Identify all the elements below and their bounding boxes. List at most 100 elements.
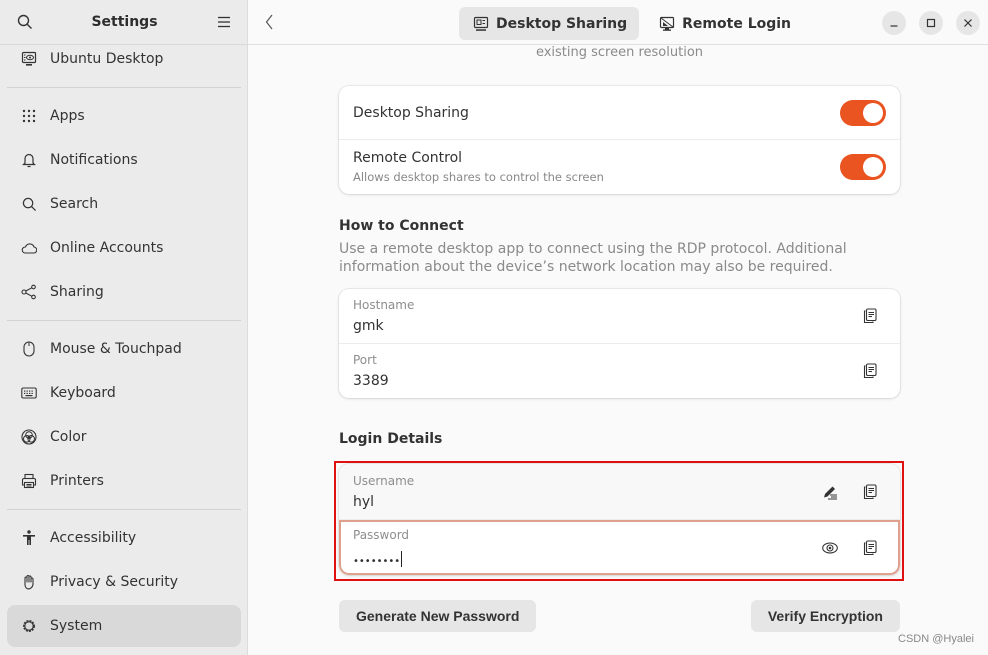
search-icon[interactable]: [16, 13, 34, 31]
remote-control-switch[interactable]: [840, 154, 886, 180]
edit-icon[interactable]: [819, 481, 841, 503]
sidebar-item-label: Notifications: [50, 152, 138, 168]
sharing-toggles-card: Desktop Sharing Remote Control Allows de…: [339, 86, 900, 194]
sidebar-item-label: System: [50, 618, 103, 634]
minimize-button[interactable]: [882, 11, 906, 35]
username-label: Username: [353, 473, 415, 488]
switch-knob: [863, 157, 883, 177]
resolution-caption: existing screen resolution: [535, 45, 704, 60]
desktop-sharing-label: Desktop Sharing: [353, 104, 469, 121]
sidebar-item-search[interactable]: Search: [7, 182, 241, 226]
tab-label: Remote Login: [682, 15, 792, 32]
sidebar-item-system[interactable]: System: [7, 605, 241, 647]
watermark: CSDN @Hyalei: [898, 633, 974, 645]
sidebar: Settings Ubuntu Desktop Apps Notificatio…: [0, 0, 248, 655]
cloud-icon: [21, 240, 37, 256]
sidebar-list: Ubuntu Desktop Apps Notifications Search: [0, 45, 247, 647]
sidebar-item-notifications[interactable]: Notifications: [7, 138, 241, 182]
sidebar-item-ubuntu-desktop[interactable]: Ubuntu Desktop: [7, 45, 241, 73]
sidebar-item-label: Printers: [50, 473, 104, 489]
gear-icon: [21, 618, 37, 634]
sidebar-item-label: Search: [50, 196, 99, 212]
hamburger-menu-icon[interactable]: [215, 13, 233, 31]
chevron-left-icon[interactable]: [262, 12, 280, 32]
sidebar-item-online-accounts[interactable]: Online Accounts: [7, 226, 241, 270]
verify-encryption-button[interactable]: Verify Encryption: [750, 600, 900, 632]
login-card: Username hyl Password ••••••••: [339, 464, 900, 575]
desktop-sharing-switch[interactable]: [840, 99, 886, 126]
sidebar-item-apps[interactable]: Apps: [7, 94, 241, 138]
port-row: Port 3389: [339, 344, 900, 398]
sidebar-item-label: Sharing: [50, 284, 104, 300]
how-to-connect-title: How to Connect: [339, 218, 464, 234]
desktop-sharing-icon: [473, 16, 489, 32]
password-field[interactable]: ••••••••: [353, 551, 819, 567]
hostname-label: Hostname: [353, 298, 415, 312]
printer-icon: [21, 473, 37, 489]
sidebar-separator: [7, 509, 241, 510]
sidebar-item-label: Mouse & Touchpad: [50, 341, 182, 357]
copy-icon[interactable]: [859, 360, 881, 382]
sidebar-header: Settings: [0, 0, 247, 45]
connection-card: Hostname gmk Port 3389: [339, 289, 900, 398]
sidebar-item-accessibility[interactable]: Accessibility: [7, 516, 241, 560]
sidebar-item-mouse-touchpad[interactable]: Mouse & Touchpad: [7, 327, 241, 371]
apps-grid-icon: [21, 108, 37, 124]
hand-icon: [21, 574, 37, 590]
login-details-title: Login Details: [339, 431, 443, 447]
port-value: 3389: [353, 373, 389, 389]
maximize-button[interactable]: [919, 11, 943, 35]
header-bar: Desktop Sharing Remote Login: [248, 0, 988, 45]
bell-icon: [21, 152, 37, 168]
content-area: existing screen resolution Desktop Shari…: [334, 45, 904, 632]
sidebar-item-label: Keyboard: [50, 385, 116, 401]
window-controls: [882, 11, 980, 35]
tab-remote-login[interactable]: Remote Login: [645, 7, 803, 40]
password-row[interactable]: Password ••••••••: [339, 520, 900, 575]
password-value: ••••••••: [353, 556, 401, 567]
login-details-wrap: Username hyl Password ••••••••: [334, 461, 904, 581]
sidebar-item-label: Accessibility: [50, 530, 137, 546]
generate-new-password-button[interactable]: Generate New Password: [339, 600, 537, 632]
sidebar-separator: [7, 87, 241, 88]
copy-icon[interactable]: [859, 537, 881, 559]
password-label: Password: [353, 528, 410, 542]
desktop-sharing-row: Desktop Sharing: [339, 86, 900, 140]
share-icon: [21, 284, 37, 300]
remote-control-subtitle: Allows desktop shares to control the scr…: [353, 170, 604, 184]
ubuntu-desktop-icon: [21, 51, 37, 67]
sidebar-item-printers[interactable]: Printers: [7, 459, 241, 503]
sidebar-item-label: Apps: [50, 108, 85, 124]
keyboard-icon: [21, 385, 37, 401]
username-value: hyl: [353, 493, 375, 510]
color-icon: [21, 429, 37, 445]
copy-icon[interactable]: [859, 481, 881, 503]
copy-icon[interactable]: [859, 305, 881, 327]
sidebar-item-keyboard[interactable]: Keyboard: [7, 371, 241, 415]
hostname-row: Hostname gmk: [339, 289, 900, 344]
sidebar-item-label: Ubuntu Desktop: [50, 51, 164, 67]
main-panel: Desktop Sharing Remote Login existing sc…: [248, 0, 988, 655]
tab-label: Desktop Sharing: [496, 15, 628, 32]
view-switcher: Desktop Sharing Remote Login: [459, 7, 803, 40]
tab-desktop-sharing[interactable]: Desktop Sharing: [459, 7, 640, 40]
switch-knob: [863, 102, 883, 123]
how-to-connect-description: Use a remote desktop app to connect usin…: [339, 241, 847, 275]
sidebar-item-label: Online Accounts: [50, 240, 164, 256]
sidebar-title: Settings: [91, 14, 158, 30]
remote-login-icon: [659, 16, 675, 32]
sidebar-item-color[interactable]: Color: [7, 415, 241, 459]
remote-control-label: Remote Control: [353, 150, 463, 166]
sidebar-item-sharing[interactable]: Sharing: [7, 270, 241, 314]
sidebar-separator: [7, 320, 241, 321]
port-label: Port: [353, 353, 377, 367]
accessibility-icon: [21, 530, 37, 546]
close-button[interactable]: [956, 11, 980, 35]
remote-control-row: Remote Control Allows desktop shares to …: [339, 140, 900, 194]
search-icon: [21, 196, 37, 212]
eye-icon[interactable]: [819, 537, 841, 559]
sidebar-item-privacy-security[interactable]: Privacy & Security: [7, 560, 241, 604]
sidebar-item-label: Color: [50, 429, 87, 445]
mouse-icon: [21, 341, 37, 357]
hostname-value: gmk: [353, 318, 384, 334]
